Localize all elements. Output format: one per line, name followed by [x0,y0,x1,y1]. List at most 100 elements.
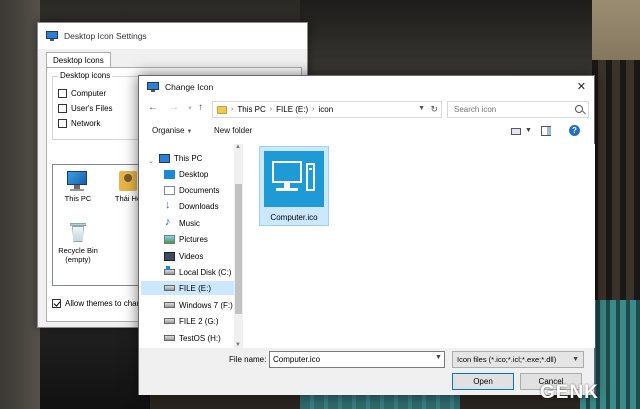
desktop-icons-group: Desktop icons Computer User's Files Netw… [52,71,142,140]
close-icon[interactable]: ✕ [577,80,586,93]
file-name-dropdown-icon[interactable]: ▼ [435,354,442,361]
search-icon[interactable] [575,105,583,113]
computer-icon [272,161,316,201]
nav-item-label: FILE (E:) [179,283,212,293]
desktop-icon-list[interactable]: This PC Thái Họ Recycle Bin (empty) [52,164,142,286]
search-input[interactable] [454,105,564,114]
computer-checkbox-label: Computer [71,89,107,98]
search-box[interactable] [447,101,589,118]
computer-ico-thumbnail [264,151,324,207]
nav-item-label: Pictures [179,234,208,244]
breadcrumb-this-pc[interactable]: This PC [237,105,265,114]
videos-icon [164,251,175,261]
address-dropdown-icon[interactable]: ▼ [418,105,425,112]
scroll-up-arrow-icon[interactable]: ▲ [235,144,241,150]
computer-checkbox-row[interactable]: Computer [58,89,106,98]
up-arrow-icon[interactable]: ↑ [198,102,203,113]
file-type-select[interactable]: Icon files (*.ico;*.icl;*.exe;*.dll) ▼ [452,351,584,368]
navigation-bar: ← → ▼ ↑ › This PC › FILE (E:) › icon ▼ ↻ [139,98,594,120]
recent-locations-chevron-icon[interactable]: ▼ [187,106,193,112]
help-icon[interactable]: ? [569,125,580,136]
new-folder-button[interactable]: New folder [214,126,252,135]
file-item-computer-ico[interactable]: Computer.ico [259,146,329,226]
file-name-label: Computer.ico [270,213,318,222]
nav-item-documents[interactable]: Documents [164,183,244,197]
refresh-icon[interactable]: ↻ [430,104,438,115]
user-folder-icon [119,171,137,191]
navigation-scrollbar[interactable]: ▲ ▼ [234,144,243,348]
breadcrumb-separator-icon[interactable]: › [312,106,314,113]
nav-item-label: Music [179,218,200,228]
recycle-bin-icon [70,223,86,243]
navigation-pane[interactable]: ⌄ This PC Desktop Documents Downloads Mu… [139,144,244,348]
file-type-value: Icon files (*.ico;*.icl;*.exe;*.dll) [457,355,557,364]
nav-item-local-disk-c[interactable]: Local Disk (C:) [164,265,244,279]
users-files-checkbox-label: User's Files [71,104,113,113]
nav-item-label: Windows 7 (F:) [179,300,233,310]
nav-item-file-2-g[interactable]: FILE 2 (G:) [164,314,244,328]
nav-item-label: Local Disk (C:) [179,267,232,277]
nav-item-label: This PC [174,153,203,163]
file-list-area[interactable]: Computer.ico [245,144,595,348]
network-checkbox-row[interactable]: Network [58,119,100,128]
documents-icon [164,185,175,195]
users-files-checkbox[interactable] [58,104,67,113]
breadcrumb-icon-folder[interactable]: icon [319,105,334,114]
nav-item-testos-h[interactable]: TestOS (H:) [164,331,244,345]
nav-item-label: Desktop [179,169,209,179]
genk-watermark-logo: GENK [540,382,599,403]
nav-item-desktop[interactable]: Desktop [164,167,244,181]
nav-item-label: Documents [179,185,220,195]
display-settings-icon [46,31,58,41]
network-checkbox-label: Network [71,119,101,128]
breadcrumb-separator-icon[interactable]: › [231,106,233,113]
dialog-footer: File name: ▼ Icon files (*.ico;*.icl;*.e… [139,348,594,395]
nav-item-windows-7-f[interactable]: Windows 7 (F:) [164,298,244,312]
back-arrow-icon[interactable]: ← [148,102,158,113]
nav-item-label: FILE 2 (G:) [179,316,219,326]
computer-checkbox[interactable] [58,89,67,98]
nav-item-downloads[interactable]: Downloads [164,199,244,213]
desktop-icons-group-label: Desktop icons [58,71,113,80]
change-icon-dialog: Change Icon ✕ ← → ▼ ↑ › This PC › FILE (… [138,75,595,395]
recycle-bin-desktop-icon[interactable]: Recycle Bin (empty) [53,223,103,264]
nav-item-label: Downloads [179,201,219,211]
breadcrumb-separator-icon[interactable]: › [270,106,272,113]
nav-item-this-pc[interactable]: This PC [159,151,239,165]
windows-drive-icon [164,266,175,275]
nav-item-videos[interactable]: Videos [164,249,244,263]
nav-item-music[interactable]: Music [164,216,244,230]
recycle-bin-label: Recycle Bin (empty) [58,246,98,264]
nav-item-pictures[interactable]: Pictures [164,232,244,246]
this-pc-desktop-icon[interactable]: This PC [53,171,103,203]
music-icon [164,216,175,228]
address-bar[interactable]: › This PC › FILE (E:) › icon ▼ ↻ [212,101,442,118]
drive-icon [164,318,175,324]
forward-arrow-icon[interactable]: → [169,102,179,113]
nav-item-file-e[interactable]: FILE (E:) [141,281,241,295]
users-files-checkbox-row[interactable]: User's Files [58,104,113,113]
view-dropdown-icon[interactable]: ▼ [525,127,532,134]
background-building [300,0,640,80]
organise-menu[interactable]: Organise ▼ [152,126,192,135]
scrollbar-thumb[interactable] [235,184,242,314]
allow-themes-row[interactable]: Allow themes to change [52,299,150,308]
change-icon-title: Change Icon [165,82,214,92]
tab-desktop-icons[interactable]: Desktop Icons [46,52,111,68]
preview-pane-icon[interactable] [541,126,551,136]
computer-icon [67,171,89,191]
file-name-input[interactable] [269,351,445,368]
allow-themes-checkbox[interactable] [52,299,61,308]
collapse-chevron-icon[interactable]: ⌄ [148,157,154,165]
drive-icon [164,335,175,341]
change-icon-title-bar[interactable]: Change Icon [139,76,594,98]
background-wall-left [0,0,40,409]
open-button[interactable]: Open [452,373,514,390]
folder-icon [217,105,227,114]
network-checkbox[interactable] [58,119,67,128]
this-pc-label: This PC [64,194,92,203]
breadcrumb-file-e[interactable]: FILE (E:) [276,105,308,114]
change-view-icon[interactable] [511,128,521,135]
organise-chevron-icon: ▼ [186,129,193,135]
settings-title-bar[interactable]: Desktop Icon Settings [38,23,307,49]
